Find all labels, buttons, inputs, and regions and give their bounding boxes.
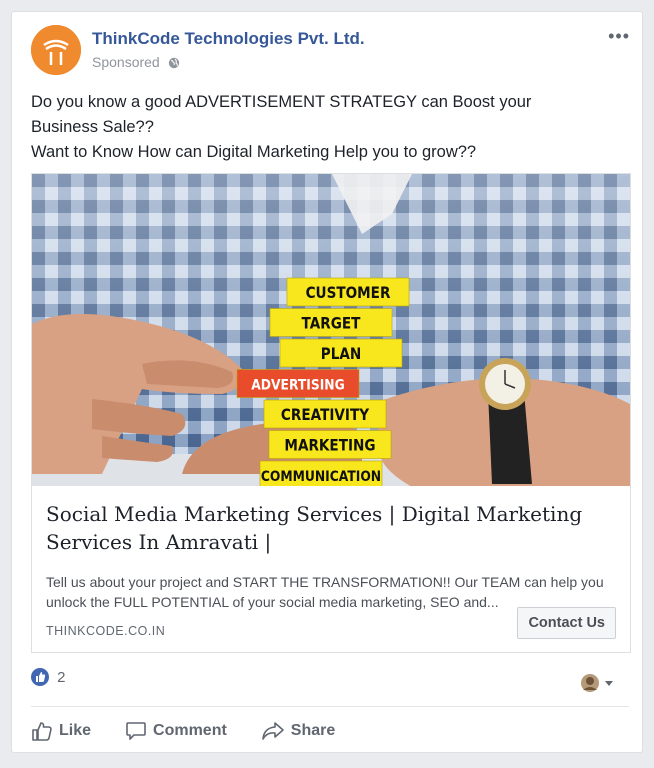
word-block-communication: COMMUNICATION <box>259 460 383 487</box>
word-block-label: CUSTOMER <box>306 284 391 302</box>
word-block-customer: CUSTOMER <box>286 277 410 307</box>
globe-icon <box>168 57 179 69</box>
contact-us-button[interactable]: Contact Us <box>517 607 616 639</box>
share-button[interactable]: Share <box>261 716 335 746</box>
word-block-label: TARGET <box>302 314 362 332</box>
post-text-line: Business Sale?? <box>31 118 154 136</box>
like-count: 2 <box>57 669 66 686</box>
ad-image-illustration: CUSTOMER TARGET PLAN ADVERTISING CREATIVITY M… <box>32 174 630 487</box>
word-block-advertising: ADVERTISING <box>236 369 360 398</box>
ad-image[interactable]: CUSTOMER TARGET PLAN ADVERTISING CREATIVITY M… <box>31 173 631 487</box>
link-domain: THINKCODE.CO.IN <box>46 624 166 638</box>
page-name-link[interactable]: ThinkCode Technologies Pvt. Ltd. <box>92 29 365 49</box>
word-block-label: COMMUNICATION <box>261 469 381 485</box>
divider <box>31 706 629 707</box>
post-actions: Like Comment Share <box>31 716 335 746</box>
like-reaction-icon <box>31 668 49 686</box>
thinkcode-logo-icon <box>31 25 81 75</box>
post-message: Do you know a good ADVERTISEMENT STRATEG… <box>31 90 621 165</box>
word-block-label: PLAN <box>321 345 361 363</box>
sponsored-text: Sponsored <box>92 54 160 70</box>
reaction-summary[interactable]: 2 <box>31 668 66 686</box>
post-card: ThinkCode Technologies Pvt. Ltd. Sponsor… <box>11 11 643 753</box>
link-preview[interactable]: Social Media Marketing Services | Digita… <box>31 486 631 653</box>
comment-label: Comment <box>153 722 227 739</box>
like-button[interactable]: Like <box>31 716 91 746</box>
link-description: Tell us about your project and START THE… <box>46 574 604 610</box>
word-block-label: MARKETING <box>284 436 375 454</box>
word-block-label: ADVERTISING <box>251 378 344 394</box>
word-block-plan: PLAN <box>279 338 403 368</box>
share-label: Share <box>290 722 336 739</box>
viewer-avatar-icon <box>581 674 613 692</box>
like-label: Like <box>59 722 92 739</box>
post-text-line: Want to Know How can Digital Marketing H… <box>31 143 477 161</box>
comment-button[interactable]: Comment <box>125 716 227 746</box>
share-arrow-icon <box>261 722 284 740</box>
word-block-label: CREATIVITY <box>281 406 369 424</box>
word-block-target: TARGET <box>269 308 393 337</box>
thumbs-up-icon <box>32 722 52 741</box>
more-options-icon[interactable]: ••• <box>608 26 630 47</box>
page-avatar[interactable] <box>31 25 81 75</box>
comment-icon <box>126 722 146 740</box>
word-block-marketing: MARKETING <box>268 430 392 459</box>
post-text-line: Do you know a good ADVERTISEMENT STRATEG… <box>31 93 532 111</box>
word-block-creativity: CREATIVITY <box>263 399 387 429</box>
post-as-selector[interactable] <box>580 672 618 699</box>
link-title[interactable]: Social Media Marketing Services | Digita… <box>46 500 606 556</box>
sponsored-label[interactable]: Sponsored <box>92 54 180 70</box>
